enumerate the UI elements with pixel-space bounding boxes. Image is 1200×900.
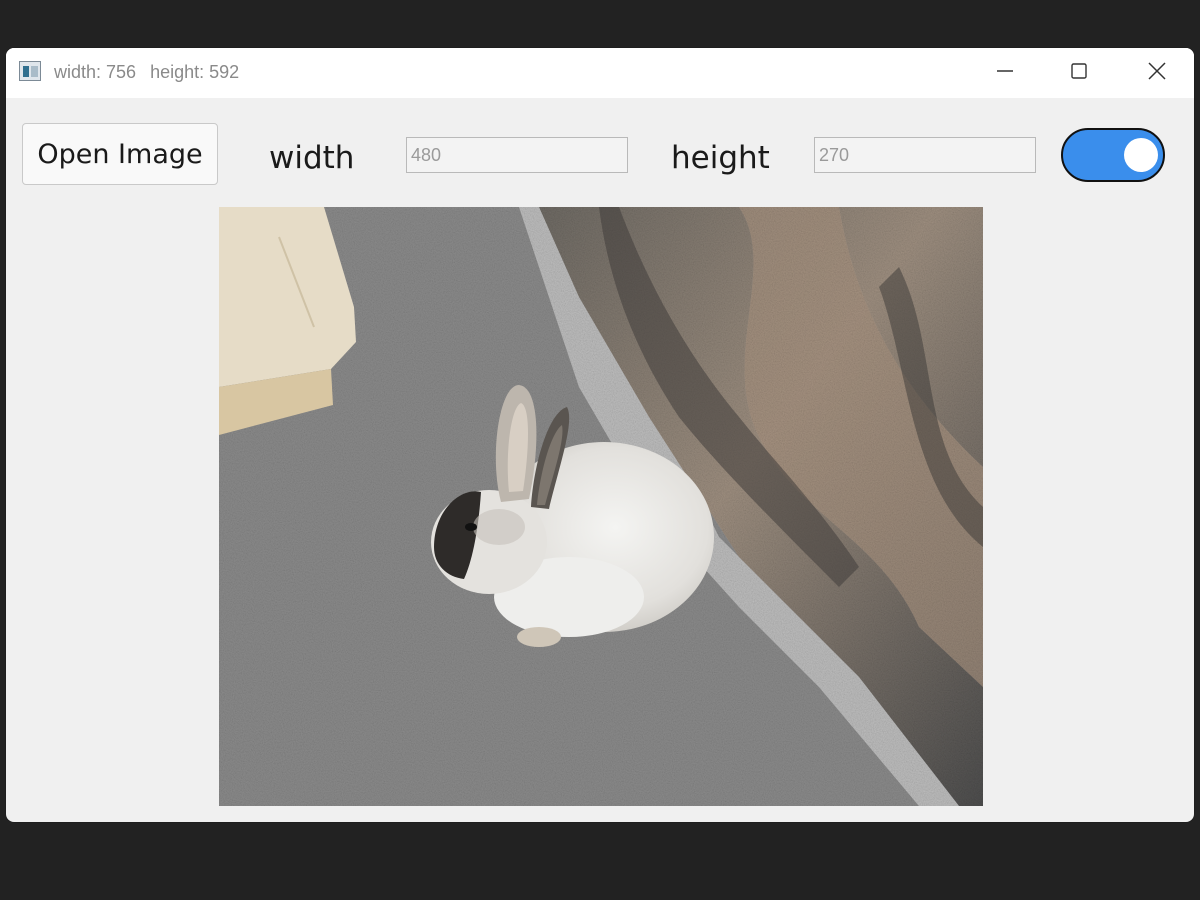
title-width: width: 756 <box>54 62 137 82</box>
width-input[interactable] <box>406 137 628 173</box>
rabbit-photo <box>219 207 983 806</box>
app-window-icon <box>19 61 41 81</box>
minimize-button[interactable] <box>968 48 1042 94</box>
close-icon <box>1148 62 1166 80</box>
toggle-knob <box>1124 138 1158 172</box>
window-title: width: 756 height: 592 <box>54 62 253 83</box>
open-image-button[interactable]: Open Image <box>22 123 218 185</box>
height-input[interactable] <box>814 137 1036 173</box>
maximize-icon <box>1071 63 1087 79</box>
maximize-button[interactable] <box>1042 48 1116 94</box>
title-height: height: 592 <box>150 62 240 82</box>
height-label: height <box>671 140 770 176</box>
width-label: width <box>269 140 355 176</box>
close-button[interactable] <box>1120 48 1194 94</box>
app-window: width: 756 height: 592 Open Image width h… <box>6 48 1194 822</box>
toggle-switch[interactable] <box>1061 128 1165 182</box>
minimize-icon <box>997 70 1013 72</box>
rabbit-photo-illustration <box>219 207 983 806</box>
title-bar[interactable]: width: 756 height: 592 <box>6 48 1194 98</box>
